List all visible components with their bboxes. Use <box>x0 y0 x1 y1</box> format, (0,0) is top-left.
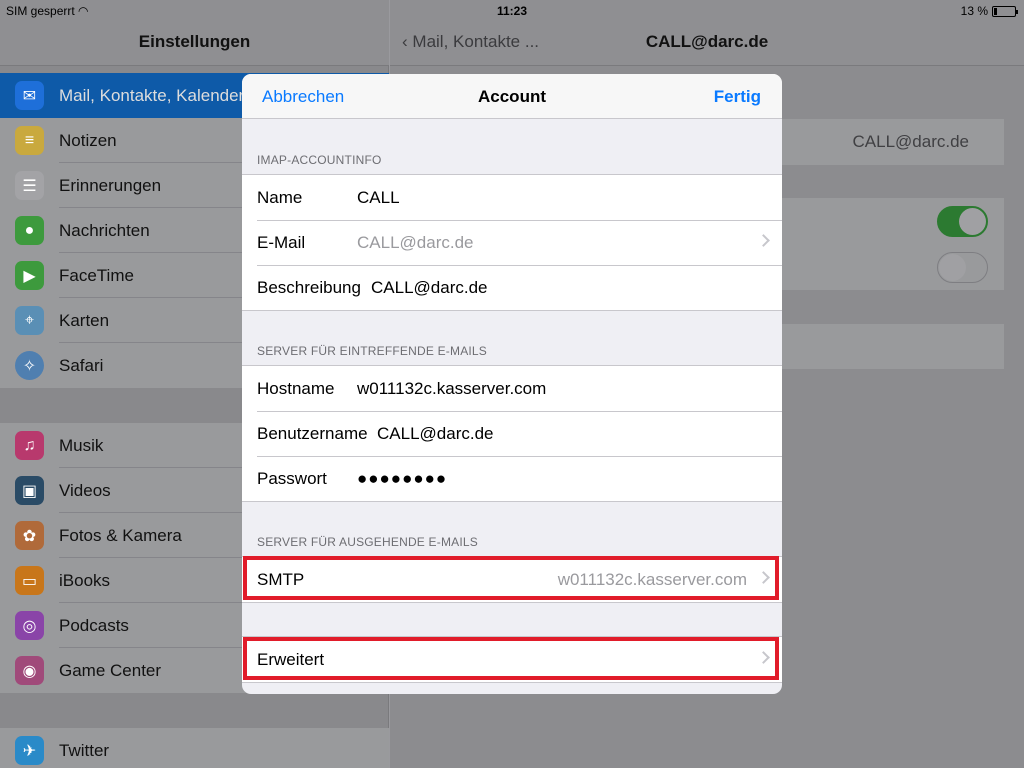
smtp-label: SMTP <box>257 569 305 589</box>
videos-icon: ▣ <box>15 476 44 505</box>
toggle-switch-off[interactable] <box>937 252 988 283</box>
outgoing-group: SMTP w011132c.kasserver.com <box>242 556 782 603</box>
description-label: Beschreibung <box>257 277 361 297</box>
toggle-switch-on[interactable] <box>937 206 988 237</box>
podcasts-icon: ◎ <box>15 611 44 640</box>
smtp-row[interactable]: SMTP w011132c.kasserver.com <box>242 557 782 602</box>
password-label: Passwort <box>257 468 327 488</box>
email-value: CALL@darc.de <box>357 232 474 252</box>
hostname-field[interactable]: w011132c.kasserver.com <box>357 379 546 399</box>
description-field[interactable]: CALL@darc.de <box>371 278 488 298</box>
battery-icon <box>992 5 1018 17</box>
incoming-section-header: SERVER FÜR EINTREFFENDE E-MAILS <box>257 344 488 358</box>
description-row[interactable]: Beschreibung CALL@darc.de <box>242 265 782 310</box>
status-bar: SIM gesperrt ◠ 11:23 13 % <box>0 0 1024 22</box>
outgoing-section-header: SERVER FÜR AUSGEHENDE E-MAILS <box>257 535 478 549</box>
messages-icon: ● <box>15 216 44 245</box>
email-row[interactable]: E-Mail CALL@darc.de <box>242 220 782 265</box>
cancel-button[interactable]: Abbrechen <box>262 87 344 107</box>
hostname-label: Hostname <box>257 378 335 398</box>
advanced-label: Erweitert <box>257 649 325 669</box>
advanced-group: Erweitert <box>242 636 782 683</box>
advanced-row[interactable]: Erweitert <box>242 637 782 682</box>
username-field[interactable]: CALL@darc.de <box>377 424 494 444</box>
sheet-navbar: Abbrechen Account Fertig <box>242 74 782 119</box>
facetime-icon: ▶ <box>15 261 44 290</box>
maps-icon: ⌖ <box>15 306 44 335</box>
chevron-right-icon <box>757 651 770 664</box>
mail-icon: ✉ <box>15 81 44 110</box>
account-sheet: Abbrechen Account Fertig IMAP-ACCOUNTINF… <box>242 74 782 694</box>
sidebar-item-twitter[interactable]: ✈ Twitter <box>0 728 389 768</box>
game-center-icon: ◉ <box>15 656 44 685</box>
account-value: CALL@darc.de <box>852 132 970 151</box>
username-label: Benutzername <box>257 423 368 443</box>
music-icon: ♫ <box>15 431 44 460</box>
safari-icon: ✧ <box>15 351 44 380</box>
clock: 11:23 <box>496 4 528 18</box>
done-button[interactable]: Fertig <box>714 87 761 107</box>
name-field[interactable]: CALL <box>357 188 400 208</box>
detail-title: CALL@darc.de <box>645 32 769 51</box>
username-row[interactable]: Benutzername CALL@darc.de <box>242 411 782 456</box>
email-label: E-Mail <box>257 232 306 252</box>
imap-section-header: IMAP-ACCOUNTINFO <box>257 153 382 167</box>
password-row[interactable]: Passwort ●●●●●●●● <box>242 456 782 501</box>
reminders-icon: ☰ <box>15 171 44 200</box>
chevron-right-icon <box>757 234 770 247</box>
smtp-value: w011132c.kasserver.com <box>557 569 747 589</box>
twitter-icon: ✈ <box>15 736 44 765</box>
battery-label: 13 % <box>960 4 988 18</box>
notes-icon: ≡ <box>15 126 44 155</box>
name-label: Name <box>257 187 303 207</box>
hostname-row[interactable]: Hostname w011132c.kasserver.com <box>242 366 782 411</box>
imap-group: Name CALL E-Mail CALL@darc.de Beschreibu… <box>242 174 782 311</box>
sidebar-title: Einstellungen <box>138 32 251 51</box>
ibooks-icon: ▭ <box>15 566 44 595</box>
photos-icon: ✿ <box>15 521 44 550</box>
password-field[interactable]: ●●●●●●●● <box>357 469 447 489</box>
name-row[interactable]: Name CALL <box>242 175 782 220</box>
chevron-right-icon <box>757 571 770 584</box>
incoming-group: Hostname w011132c.kasserver.com Benutzer… <box>242 365 782 502</box>
